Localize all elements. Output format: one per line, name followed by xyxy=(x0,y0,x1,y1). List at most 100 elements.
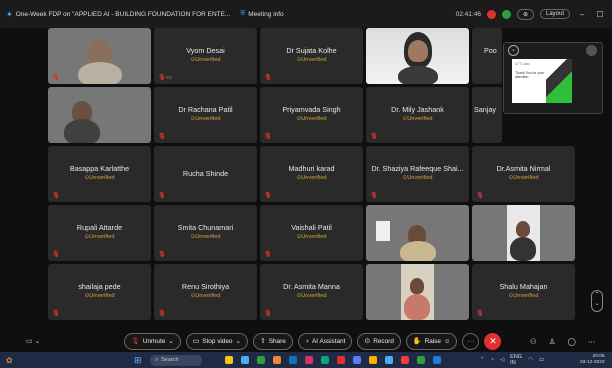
muted-mic-icon: 🎙 xyxy=(158,252,166,258)
participant-status: ⊙Unverified xyxy=(402,116,433,122)
app-icon[interactable] xyxy=(369,356,377,364)
muted-mic-icon: 🎙 xyxy=(52,252,60,258)
maximize-button[interactable]: ☐ xyxy=(594,10,606,19)
participant-tile[interactable]: Vaishali Patil ⊙Unverified 🎙 xyxy=(260,205,363,261)
muted-mic-icon: 🎙 xyxy=(158,134,166,140)
raise-hand-button[interactable]: ✋ Raise ☺ xyxy=(405,332,458,350)
battery-icon[interactable]: ▭ xyxy=(539,357,544,363)
taskbar-clock[interactable]: 20:06 03-12-2023 xyxy=(580,354,605,366)
stop-video-button[interactable]: ▭ Stop video ⌄ xyxy=(185,332,248,350)
screen-share-preview[interactable]: ⌄ ATT Labs Thank You for your attention xyxy=(503,42,603,114)
start-icon[interactable]: ⊞ xyxy=(134,355,142,366)
participant-tile[interactable]: Rucha Shinde 🎙 xyxy=(154,146,257,202)
emoji-icon[interactable]: ☺ xyxy=(444,338,451,345)
language-indicator[interactable]: ENG IN xyxy=(510,354,522,366)
system-tray: ⌃ ◔ ◁ ENG IN ◠ ▭ xyxy=(480,354,544,366)
volume-icon[interactable]: ◁ xyxy=(500,357,504,363)
ai-assistant-label: AI Assistant xyxy=(312,337,346,345)
participant-video-tile[interactable] xyxy=(366,264,469,320)
unmute-button[interactable]: 🎙 Unmute ⌄ xyxy=(124,332,181,350)
more-options-button[interactable]: ··· xyxy=(462,332,480,350)
participant-status: ⊙Unverified xyxy=(508,175,539,181)
participant-video-tile[interactable] xyxy=(472,205,575,261)
participant-tile[interactable]: Renu Sirothiya ⊙Unverified 🎙 xyxy=(154,264,257,320)
record-button[interactable]: ⊙ Record xyxy=(357,332,401,350)
participant-tile[interactable]: Dr. Mily Jashank ⊙Unverified 🎙 xyxy=(366,87,469,143)
app-icon[interactable] xyxy=(289,356,297,364)
meeting-info-button[interactable]: ⛨ Meeting info xyxy=(240,10,283,18)
app-icon[interactable] xyxy=(273,356,281,364)
taskbar-search[interactable]: ⌕ Search xyxy=(150,354,202,366)
widget-icon[interactable]: ✿ xyxy=(6,356,13,365)
participant-tile[interactable]: Madhuri karad ⊙Unverified 🎙 xyxy=(260,146,363,202)
person-icon[interactable]: ♙ xyxy=(549,337,556,346)
minimize-button[interactable]: – xyxy=(576,10,588,19)
muted-mic-icon: 🎙 xyxy=(158,75,166,81)
network-icon[interactable]: ◔ xyxy=(491,357,494,363)
clock-time: 20:06 xyxy=(592,354,605,359)
wifi-icon[interactable]: ◠ xyxy=(528,357,533,363)
chevron-up-icon[interactable]: ⌃ xyxy=(480,357,485,363)
participant-video-tile[interactable] xyxy=(366,28,469,84)
participant-name: Vaishali Patil xyxy=(291,223,332,232)
app-icon[interactable] xyxy=(353,356,361,364)
participant-tile[interactable]: Poo xyxy=(472,28,502,84)
app-icon[interactable] xyxy=(433,356,441,364)
participant-tile[interactable]: Smita Chunamari ⊙Unverified 🎙 xyxy=(154,205,257,261)
windows-taskbar: ✿ ⊞ ⌕ Search ⌃ ◔ ◁ ENG IN ◠ ▭ 20:06 03-12-… xyxy=(0,352,612,368)
chevron-down-icon[interactable]: ⌄ xyxy=(508,45,519,56)
participant-tile[interactable]: Vyom Desai ⊙Unverified 🎙 ▭ xyxy=(154,28,257,84)
scroll-pager[interactable]: ⌃ ⌄ xyxy=(591,290,603,312)
app-icon[interactable] xyxy=(305,356,313,364)
share-button[interactable]: ⇧ Share xyxy=(252,332,293,350)
participant-tile[interactable]: Dr Sujata Kolhe ⊙Unverified 🎙 xyxy=(260,28,363,84)
share-status-icon[interactable] xyxy=(586,45,597,56)
participant-name: shailaja pede xyxy=(78,282,121,291)
participant-status: ⊙Unverified xyxy=(84,234,115,240)
participant-name: Dr. Shaziya Rafeeque Shai... xyxy=(371,164,464,173)
shield-icon: ⛨ xyxy=(240,10,246,17)
participant-name: Sanjay xyxy=(474,105,496,114)
participant-tile[interactable]: Dr. Asmita Manna ⊙Unverified 🎙 xyxy=(260,264,363,320)
view-options-button[interactable]: ▭ ⌄ xyxy=(26,337,40,345)
slide-graphic xyxy=(546,59,572,103)
participants-icon[interactable]: ⚇ xyxy=(530,337,537,346)
unmute-label: Unmute xyxy=(142,337,166,345)
participant-tile[interactable]: Sanjay xyxy=(472,87,502,143)
layout-button[interactable]: Layout xyxy=(539,9,570,19)
participant-tile[interactable]: Dr. Shaziya Rafeeque Shai... ⊙Unverified… xyxy=(366,146,469,202)
app-icon[interactable] xyxy=(417,356,425,364)
participant-video-tile[interactable]: 🎙 xyxy=(48,28,151,84)
title-bar: ✦ One-Week FDP on "APPLIED AI - BUILDING… xyxy=(0,0,612,28)
participant-tile[interactable]: Dr Rachana Patil ⊙Unverified 🎙 xyxy=(154,87,257,143)
participant-body xyxy=(64,119,100,143)
muted-mic-icon: 🎙 xyxy=(264,75,272,81)
app-icon[interactable] xyxy=(337,356,345,364)
region-label: IN xyxy=(510,360,516,366)
participant-tile[interactable]: Priyamvada Singh ⊙Unverified 🎙 xyxy=(260,87,363,143)
app-icon[interactable] xyxy=(385,356,393,364)
participant-body xyxy=(398,66,438,84)
app-icon[interactable] xyxy=(225,356,233,364)
ai-assistant-button[interactable]: ◑ AI Assistant xyxy=(297,332,353,350)
app-icon[interactable] xyxy=(401,356,409,364)
app-icon[interactable] xyxy=(241,356,249,364)
search-icon: ⌕ xyxy=(155,356,159,363)
muted-mic-icon: 🎙 xyxy=(476,311,484,317)
participant-video-tile[interactable] xyxy=(48,87,151,143)
participant-video-tile[interactable] xyxy=(366,205,469,261)
app-icon[interactable] xyxy=(257,356,265,364)
participant-tile[interactable]: Rupali Attarde ⊙Unverified 🎙 xyxy=(48,205,151,261)
participant-status: ⊙Unverified xyxy=(190,116,221,122)
chat-icon[interactable]: ◯ xyxy=(567,337,575,346)
leave-meeting-button[interactable]: ✕ xyxy=(484,332,502,350)
participant-tile[interactable]: Dr.Asmita Nirmal ⊙Unverified 🎙 xyxy=(472,146,575,202)
app-icon[interactable] xyxy=(321,356,329,364)
participant-status: ⊙Unverified xyxy=(190,293,221,299)
participant-tile[interactable]: shailaja pede ⊙Unverified 🎙 xyxy=(48,264,151,320)
participant-tile[interactable]: Shalu Mahajan ⊙Unverified 🎙 xyxy=(472,264,575,320)
window-background xyxy=(376,221,390,241)
more-icon[interactable]: ⋯ xyxy=(588,337,596,346)
zoom-button[interactable]: ⊕ xyxy=(516,8,534,20)
participant-tile[interactable]: Basappa Karlatthe ⊙Unverified 🎙 xyxy=(48,146,151,202)
